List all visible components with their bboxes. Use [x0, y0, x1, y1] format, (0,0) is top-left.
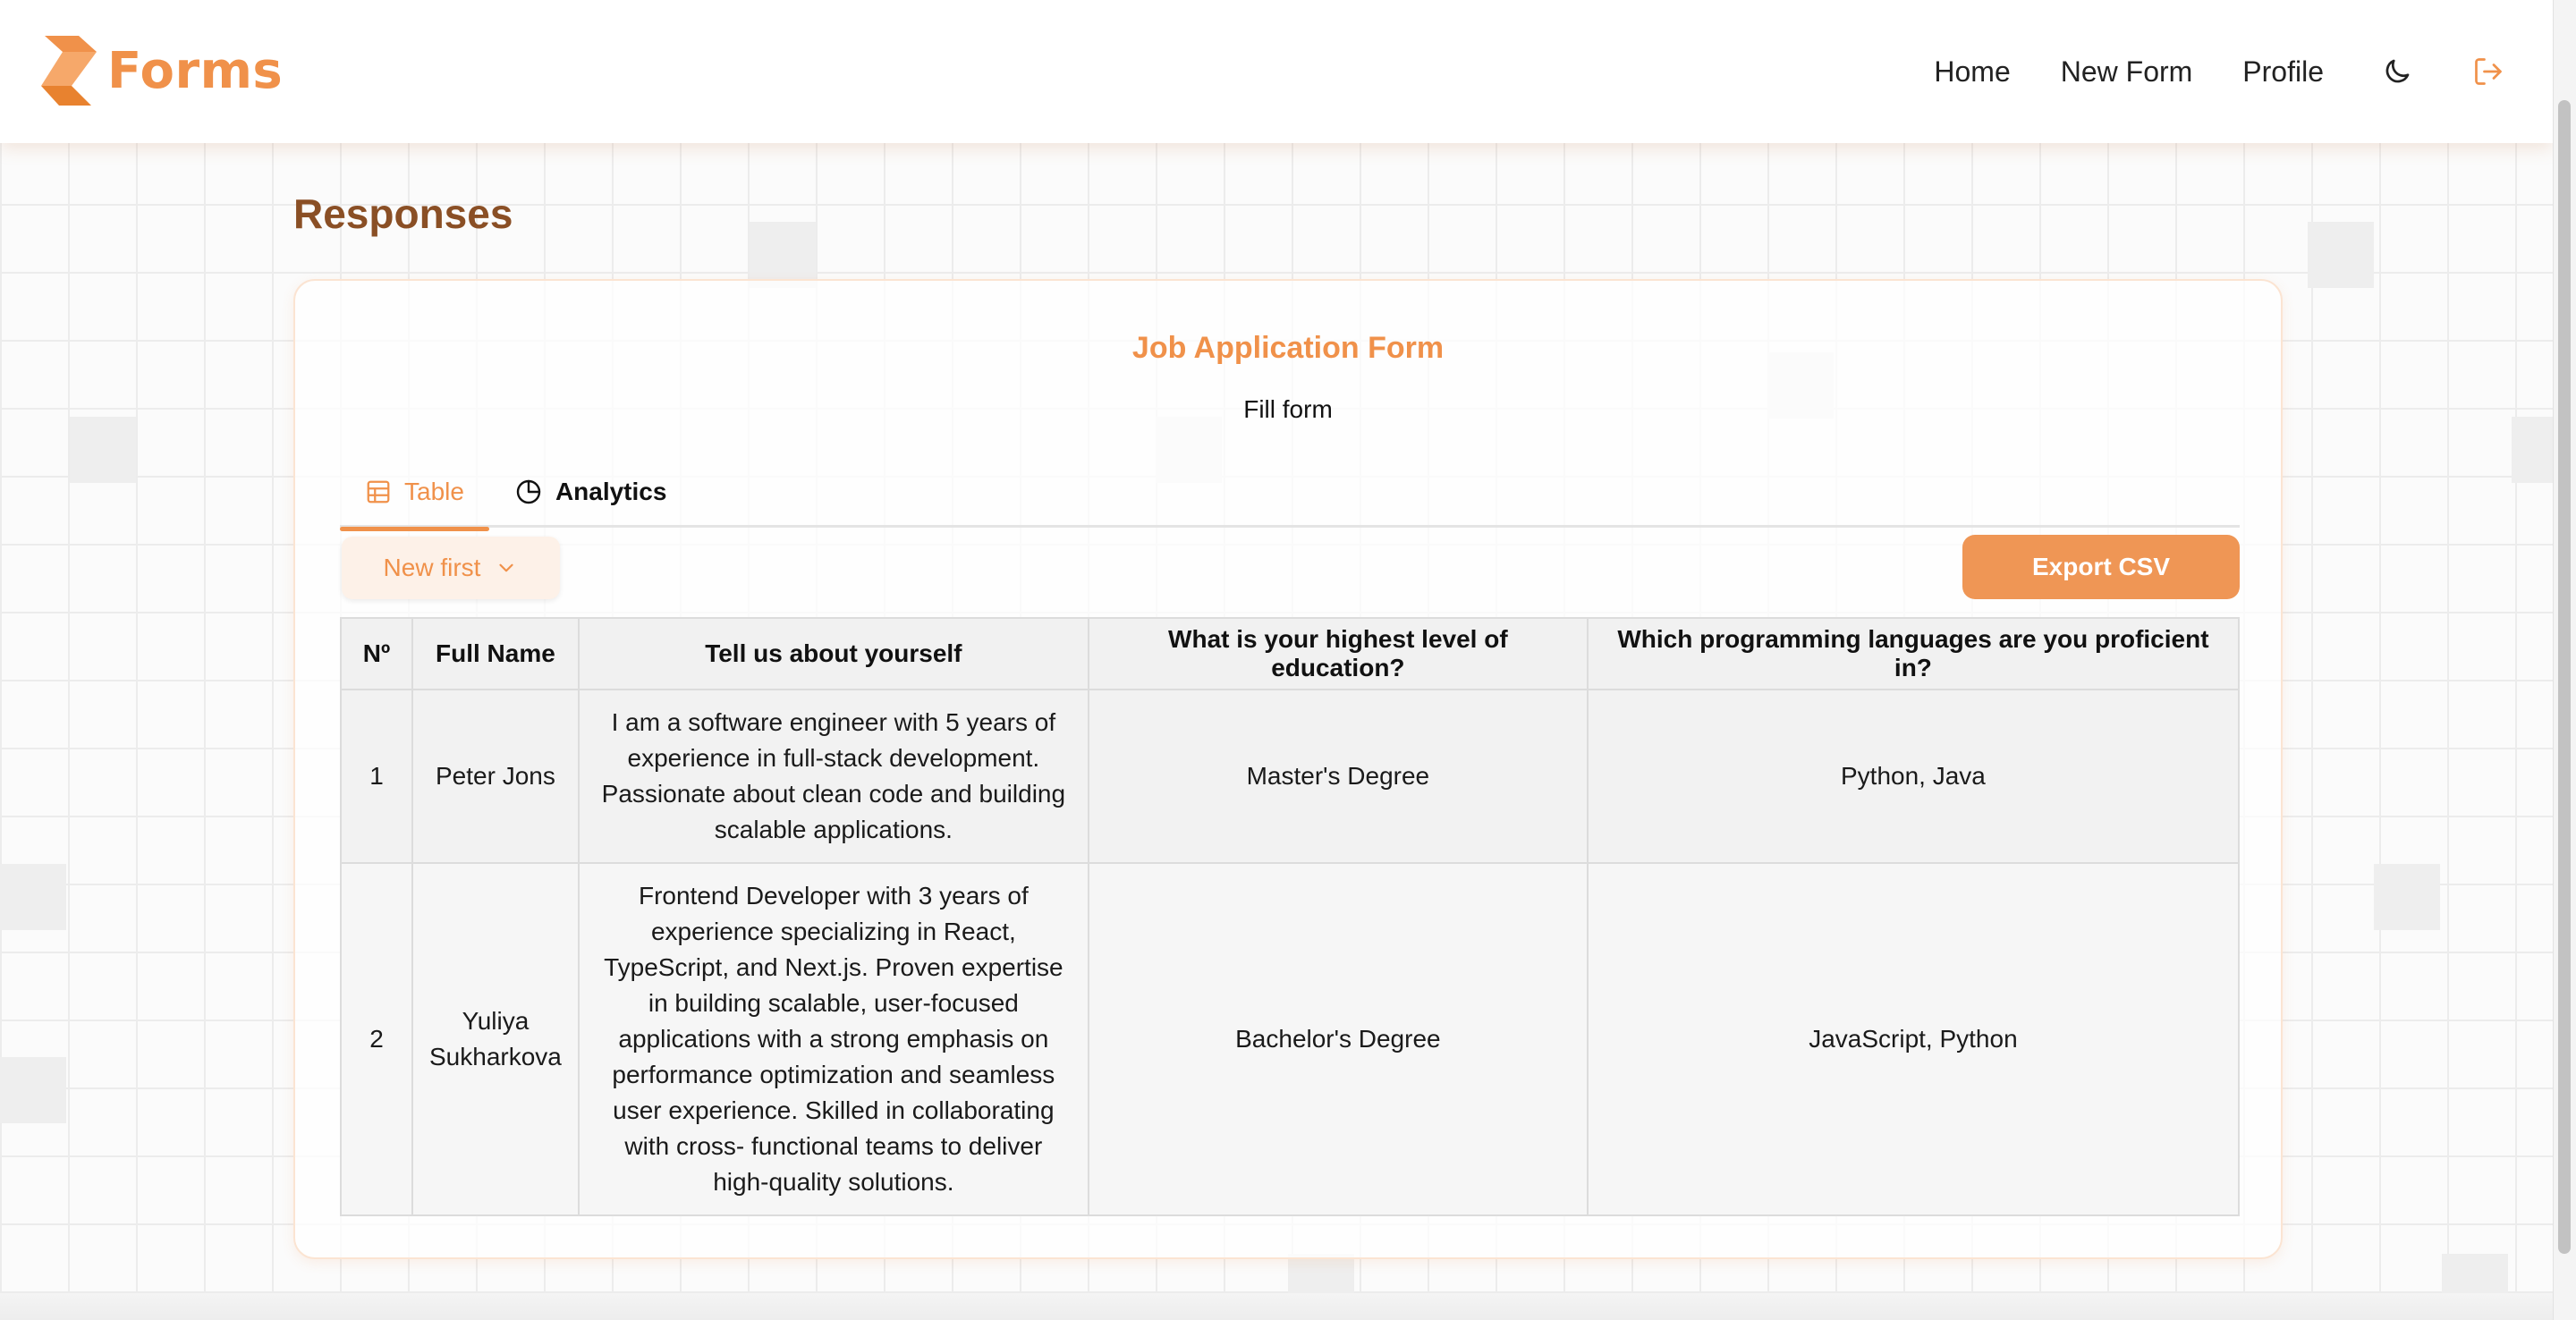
background-tile	[2374, 864, 2440, 930]
background-tile	[2308, 222, 2374, 288]
table-header-row: Nº Full Name Tell us about yourself What…	[340, 617, 2241, 690]
moon-icon	[2385, 59, 2410, 83]
nav-home-link[interactable]: Home	[1934, 55, 2010, 89]
top-navbar: Forms Home New Form Profile	[0, 0, 2553, 143]
cell-about: Frontend Developer with 3 years of exper…	[577, 862, 1089, 1216]
column-header-languages[interactable]: Which programming languages are you prof…	[1586, 617, 2241, 690]
nav-new-form-link[interactable]: New Form	[2061, 55, 2193, 89]
view-tabs: Table Analytics	[340, 456, 2240, 531]
cell-full-name: Peter Jons	[411, 689, 580, 864]
page-title: Responses	[293, 190, 513, 237]
responses-card: Job Application Form Fill form Table Ana…	[293, 279, 2283, 1259]
pie-chart-icon	[516, 479, 541, 504]
column-header-number[interactable]: Nº	[340, 617, 413, 690]
cell-education: Master's Degree	[1087, 689, 1589, 864]
background-tile	[0, 1057, 66, 1123]
table-row[interactable]: 1 Peter Jons I am a software engineer wi…	[340, 689, 2241, 864]
background-tile	[750, 222, 816, 288]
page-bottom-edge	[0, 1293, 2553, 1320]
sort-order-label: New first	[383, 554, 481, 581]
scrollbar-thumb[interactable]	[2558, 100, 2571, 1254]
nav-profile-link[interactable]: Profile	[2242, 55, 2324, 89]
brand-name: Forms	[107, 41, 284, 100]
tab-analytics-label: Analytics	[555, 478, 667, 505]
theme-toggle-button[interactable]	[2377, 52, 2417, 91]
cell-languages: Python, Java	[1586, 689, 2241, 864]
cell-languages: JavaScript, Python	[1586, 862, 2241, 1216]
form-subtitle: Fill form	[1243, 395, 1333, 423]
table-row[interactable]: 2 Yuliya Sukharkova Frontend Developer w…	[340, 862, 2241, 1216]
column-header-about[interactable]: Tell us about yourself	[577, 617, 1089, 690]
responses-table: Nº Full Name Tell us about yourself What…	[340, 617, 2241, 1216]
tab-analytics[interactable]: Analytics	[489, 456, 692, 528]
form-title: Job Application Form	[1131, 331, 1445, 365]
sort-order-dropdown[interactable]: New first	[342, 537, 560, 599]
column-header-full-name[interactable]: Full Name	[411, 617, 580, 690]
cell-education: Bachelor's Degree	[1087, 862, 1589, 1216]
table-icon	[367, 480, 390, 503]
tab-table-label: Table	[404, 478, 464, 505]
main-nav: Home New Form Profile	[1934, 0, 2553, 143]
cell-number: 1	[340, 689, 413, 864]
cell-number: 2	[340, 862, 413, 1216]
tab-table[interactable]: Table	[340, 456, 489, 531]
cell-full-name: Yuliya Sukharkova	[411, 862, 580, 1216]
cell-about: I am a software engineer with 5 years of…	[577, 689, 1089, 864]
logout-button[interactable]	[2469, 52, 2508, 91]
brand-logo[interactable]: Forms	[39, 32, 283, 109]
background-tile	[70, 417, 136, 483]
column-header-education[interactable]: What is your highest level of education?	[1087, 617, 1589, 690]
background-tile	[0, 864, 66, 930]
page-scrollbar[interactable]	[2553, 0, 2576, 1320]
export-csv-button[interactable]: Export CSV	[1962, 535, 2240, 599]
chevron-down-icon	[499, 563, 514, 572]
logout-icon	[2475, 58, 2502, 85]
lightning-logo-icon	[41, 36, 97, 106]
